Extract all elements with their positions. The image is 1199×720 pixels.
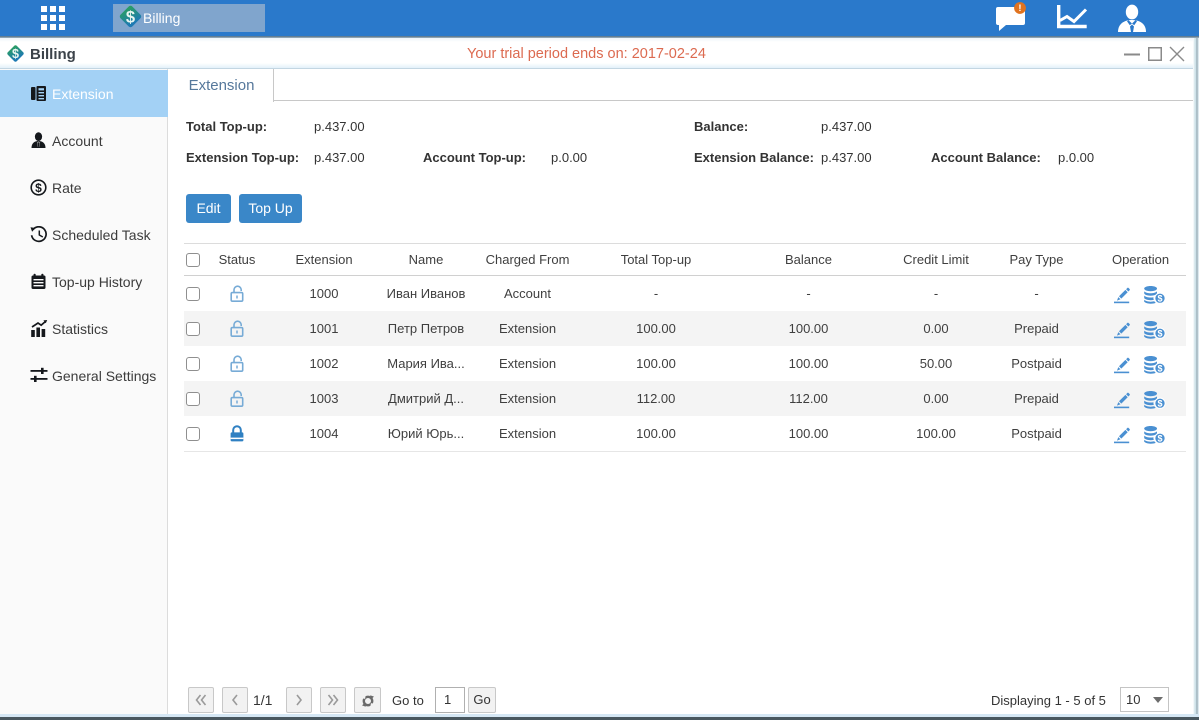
svg-text:$: $ — [126, 9, 135, 27]
svg-text:$: $ — [1157, 363, 1162, 373]
svg-text:$: $ — [1157, 398, 1162, 408]
svg-text:$: $ — [1157, 433, 1162, 443]
svg-text:$: $ — [1157, 328, 1162, 338]
svg-text:$: $ — [1157, 293, 1162, 303]
svg-text:!: ! — [1018, 3, 1021, 14]
svg-text:$: $ — [12, 47, 19, 61]
svg-text:$: $ — [35, 181, 42, 195]
